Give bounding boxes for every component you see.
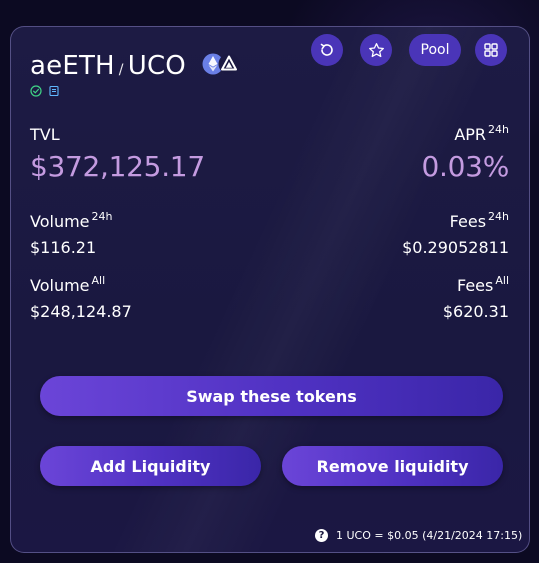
fees-24h-label-text: Fees	[449, 212, 487, 231]
tvl-label: TVL	[30, 125, 60, 144]
help-icon[interactable]: ?	[315, 529, 328, 542]
menu-grid-button[interactable]	[475, 34, 507, 66]
pair-title: aeETH / UCO	[30, 51, 186, 81]
remove-liquidity-label: Remove liquidity	[316, 456, 469, 476]
archethic-token-icon	[218, 53, 240, 75]
apr-period: 24h	[488, 123, 509, 136]
grid-icon	[484, 43, 498, 57]
volume-24h-label: Volume 24h	[30, 210, 112, 231]
verified-check-icon[interactable]	[30, 85, 42, 97]
add-liquidity-button[interactable]: Add Liquidity	[40, 446, 261, 486]
volume-all-label-text: Volume	[30, 276, 90, 295]
fees-24h-period: 24h	[488, 210, 509, 223]
refresh-icon	[320, 43, 333, 56]
volume-all-label: Volume All	[30, 274, 105, 295]
refresh-button[interactable]	[311, 34, 343, 66]
swap-tokens-button[interactable]: Swap these tokens	[40, 376, 503, 416]
uco-price-rate: 1 UCO = $0.05 (4/21/2024 17:15)	[336, 529, 523, 542]
favorite-button[interactable]	[360, 34, 392, 66]
swap-tokens-label: Swap these tokens	[186, 386, 357, 406]
volume-24h-value: $116.21	[30, 238, 97, 257]
remove-liquidity-button[interactable]: Remove liquidity	[282, 446, 503, 486]
price-footer: ? 1 UCO = $0.05 (4/21/2024 17:15)	[315, 529, 522, 542]
volume-24h-label-text: Volume	[30, 212, 90, 231]
fees-all-label-text: Fees	[457, 276, 494, 295]
fees-24h-value: $0.29052811	[402, 238, 509, 257]
apr-label: APR 24h	[454, 123, 509, 144]
volume-24h-period: 24h	[91, 210, 113, 223]
pool-button-label: Pool	[420, 42, 450, 58]
fees-all-value: $620.31	[442, 302, 509, 321]
apr-label-text: APR	[454, 125, 487, 144]
add-liquidity-label: Add Liquidity	[90, 456, 211, 476]
tvl-value: $372,125.17	[30, 150, 205, 183]
pair-badges	[30, 85, 60, 97]
contract-document-icon[interactable]	[48, 85, 60, 97]
fees-24h-label: Fees 24h	[450, 210, 509, 231]
token-a-symbol: aeETH	[30, 51, 115, 81]
fees-all-label: Fees All	[457, 274, 509, 295]
pair-separator: /	[118, 62, 124, 78]
apr-value: 0.03%	[421, 150, 510, 183]
volume-all-value: $248,124.87	[30, 302, 132, 321]
fees-all-period: All	[495, 274, 509, 287]
token-b-symbol: UCO	[127, 51, 186, 81]
pool-button[interactable]: Pool	[409, 34, 461, 66]
pool-card: Pool aeETH / UCO TVL $372,125.17 APR 24h…	[10, 26, 530, 553]
token-icons	[202, 53, 246, 77]
star-icon	[368, 42, 384, 57]
volume-all-period: All	[91, 274, 106, 287]
